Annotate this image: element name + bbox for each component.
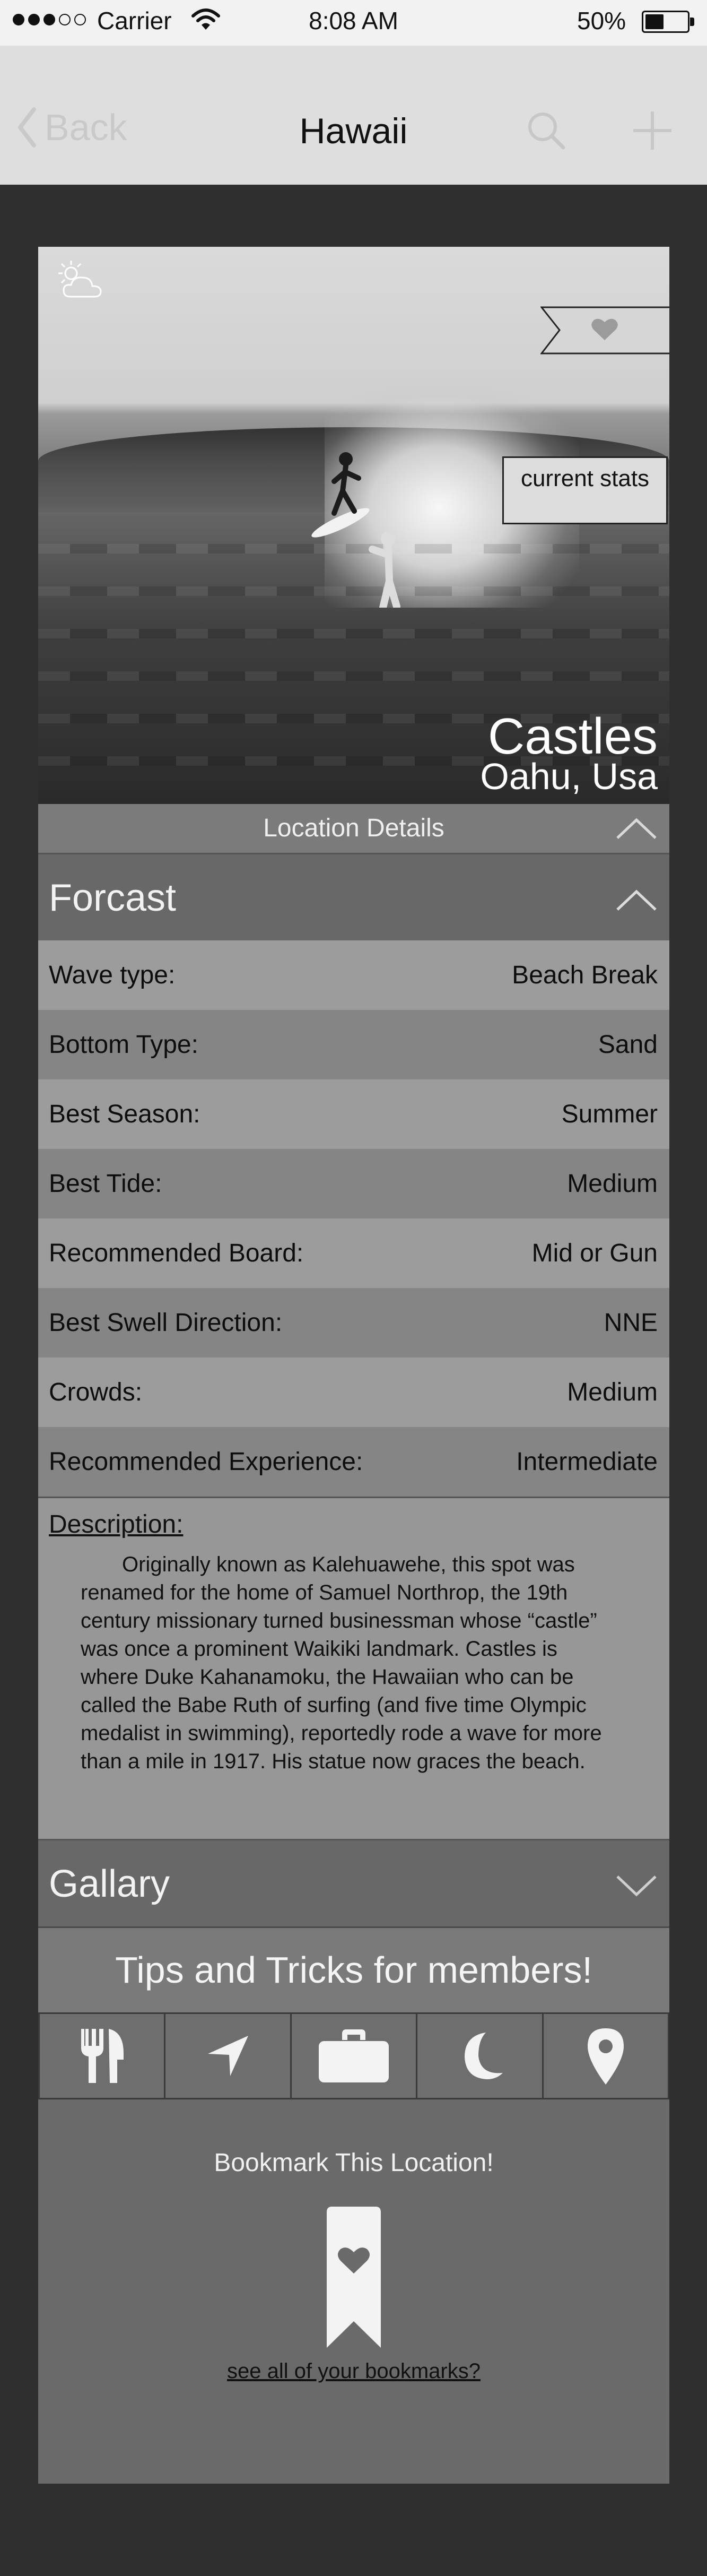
map-pin-icon — [587, 2028, 624, 2085]
fork-knife-icon — [81, 2029, 124, 2083]
battery-level — [645, 14, 664, 29]
plus-icon[interactable] — [631, 109, 674, 154]
row-label: Crowds: — [49, 1378, 143, 1406]
battery-percent: 50% — [577, 7, 626, 34]
status-bar: Carrier 8:08 AM 50% — [0, 0, 707, 46]
description-panel: Description: Originally known as Kalehua… — [38, 1497, 669, 1839]
search-icon[interactable] — [525, 109, 568, 154]
travel-button[interactable] — [290, 2012, 418, 2099]
battery-icon — [642, 11, 694, 33]
row-label: Recommended Board: — [49, 1239, 304, 1267]
chevron-up-icon — [616, 818, 657, 839]
tips-and-tricks-banner[interactable]: Tips and Tricks for members! — [38, 1926, 669, 2012]
forecast-row-swell-direction: Best Swell Direction: NNE — [38, 1288, 669, 1358]
forecast-row-crowds: Crowds: Medium — [38, 1358, 669, 1427]
row-label: Best Tide: — [49, 1170, 162, 1198]
navigation-arrow-icon — [207, 2036, 248, 2076]
row-label: Wave type: — [49, 961, 176, 989]
row-value: Medium — [567, 1170, 658, 1198]
directions-button[interactable] — [164, 2012, 292, 2099]
chevron-down-icon — [616, 1875, 657, 1897]
bookmark-title: Bookmark This Location! — [214, 2149, 494, 2177]
moon-icon — [465, 2033, 503, 2079]
location-details-label: Location Details — [263, 814, 444, 842]
location-details-toggle[interactable]: Location Details — [38, 804, 669, 853]
row-value: Sand — [598, 1031, 658, 1059]
row-value: NNE — [604, 1309, 658, 1337]
gallery-heading: Gallary — [49, 1863, 170, 1905]
briefcase-icon — [319, 2029, 389, 2082]
bookmark-panel: Bookmark This Location! see all of your … — [38, 2099, 669, 2484]
row-label: Recommended Experience: — [49, 1448, 363, 1476]
location-region: Oahu, Usa — [480, 756, 658, 797]
location-hero-image: current stats Castles Oahu, Usa — [38, 247, 669, 804]
location-button[interactable] — [542, 2012, 670, 2099]
nightlife-button[interactable] — [416, 2012, 544, 2099]
row-label: Best Swell Direction: — [49, 1309, 283, 1337]
chevron-up-icon — [616, 889, 657, 911]
row-value: Mid or Gun — [531, 1239, 658, 1267]
favorite-button[interactable] — [539, 305, 669, 356]
forecast-row-recommended-board: Recommended Board: Mid or Gun — [38, 1218, 669, 1288]
navigation-bar: Back Hawaii — [0, 46, 707, 185]
gallery-section-header[interactable]: Gallary — [38, 1839, 669, 1926]
surfer-figure — [311, 452, 400, 608]
forecast-row-experience: Recommended Experience: Intermediate — [38, 1427, 669, 1497]
row-value: Medium — [567, 1378, 658, 1406]
see-all-bookmarks-link[interactable]: see all of your bookmarks? — [38, 2359, 669, 2383]
row-label: Bottom Type: — [49, 1031, 198, 1059]
dining-button[interactable] — [38, 2012, 166, 2099]
bookmark-heart-icon[interactable] — [326, 2206, 382, 2349]
forecast-row-best-tide: Best Tide: Medium — [38, 1149, 669, 1218]
row-label: Best Season: — [49, 1100, 200, 1128]
member-tools-bar — [38, 2012, 670, 2099]
forecast-row-best-season: Best Season: Summer — [38, 1079, 669, 1149]
forecast-row-wave-type: Wave type: Beach Break — [38, 940, 669, 1010]
row-value: Intermediate — [516, 1448, 658, 1476]
description-text: Originally known as Kalehuawehe, this sp… — [81, 1553, 602, 1773]
row-value: Summer — [561, 1100, 658, 1128]
description-heading: Description: — [49, 1510, 184, 1538]
current-stats-button[interactable]: current stats — [502, 456, 668, 524]
forecast-section-header[interactable]: Forcast — [38, 853, 669, 940]
location-name: Castles — [487, 708, 658, 765]
page-title: Hawaii — [299, 111, 408, 151]
partly-cloudy-icon — [54, 257, 105, 305]
forecast-table: Wave type: Beach Break Bottom Type: Sand… — [38, 940, 669, 1497]
row-value: Beach Break — [512, 961, 658, 989]
forecast-row-bottom-type: Bottom Type: Sand — [38, 1010, 669, 1079]
forecast-heading: Forcast — [49, 877, 177, 919]
